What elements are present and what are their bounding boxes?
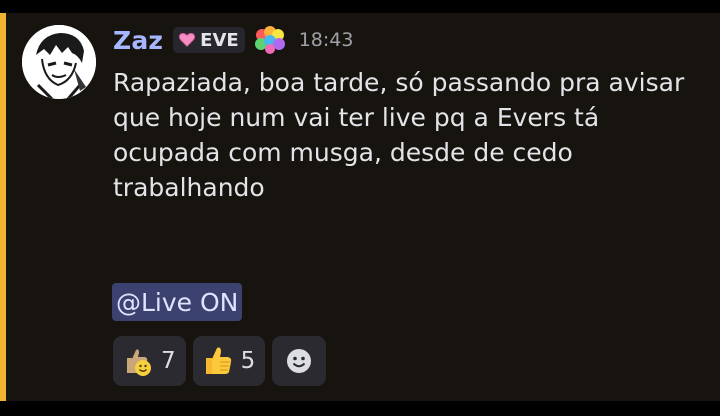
pink-heart-icon xyxy=(179,33,196,47)
chat-message: Zaz EVE 18:43 Rapaziada, boa tarde, só p… xyxy=(0,13,720,401)
role-tag-label: EVE xyxy=(200,29,239,51)
role-tag[interactable]: EVE xyxy=(173,27,245,53)
add-reaction-smiley-icon xyxy=(287,349,312,373)
message-header: Zaz EVE 18:43 xyxy=(113,25,353,55)
reaction-count: 5 xyxy=(240,348,256,374)
rainbow-sparkle-icon xyxy=(254,26,285,54)
reaction-thumbs-up[interactable]: 5 xyxy=(192,336,266,386)
username[interactable]: Zaz xyxy=(113,26,163,55)
message-content: Rapaziada, boa tarde, só passando pra av… xyxy=(113,68,685,202)
avatar-illustration-icon xyxy=(22,25,96,99)
avatar[interactable] xyxy=(22,25,96,99)
thumbs-up-emoji-icon xyxy=(205,347,231,374)
add-reaction-button[interactable] xyxy=(272,336,327,386)
reaction-thumbs-up-smiley[interactable]: 7 xyxy=(113,336,186,386)
timestamp[interactable]: 18:43 xyxy=(299,29,354,51)
role-mention[interactable]: @Live ON xyxy=(112,283,243,321)
mention-highlight-bar xyxy=(0,13,6,401)
reaction-count: 7 xyxy=(161,348,176,374)
thumbs-up-smiley-emoji-icon xyxy=(127,349,151,376)
reactions-bar: 7 5 xyxy=(113,336,327,386)
